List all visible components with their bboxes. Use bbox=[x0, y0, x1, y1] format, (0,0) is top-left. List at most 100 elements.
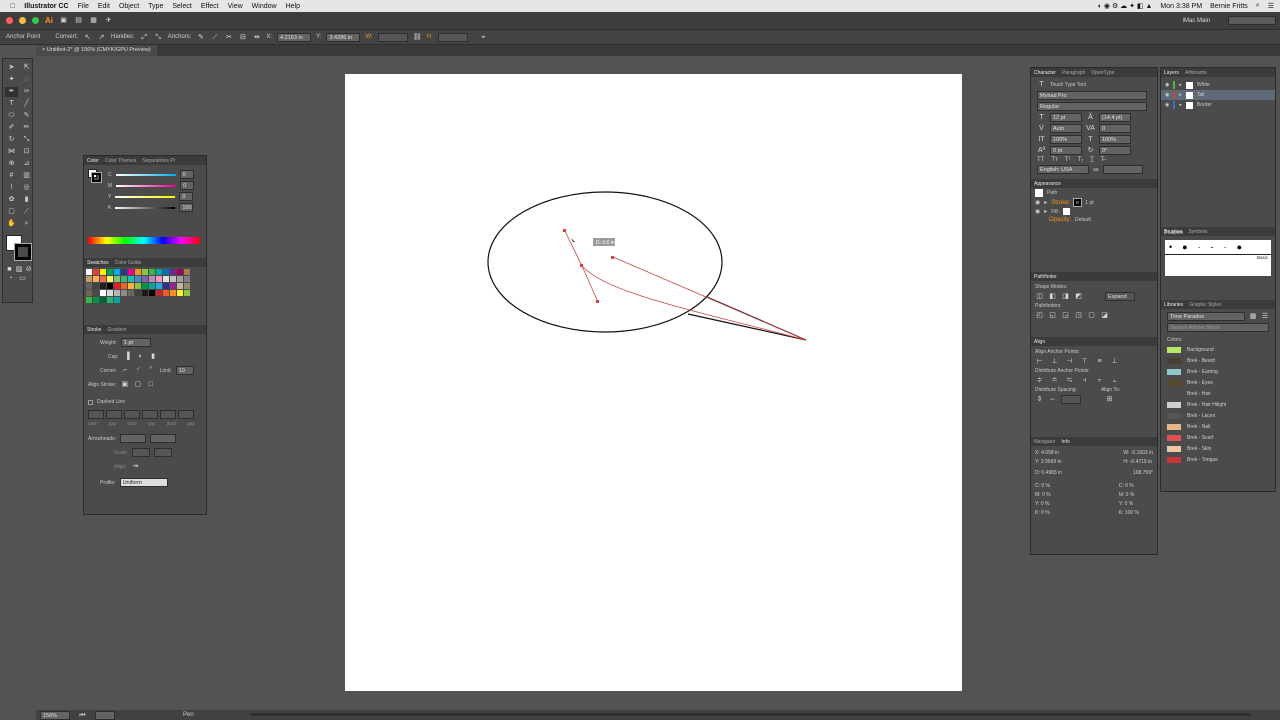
y-input[interactable]: 0 bbox=[179, 192, 194, 201]
touch-type-icon[interactable]: T bbox=[1037, 80, 1046, 89]
color-swatch[interactable] bbox=[177, 290, 183, 296]
visibility-eye-icon[interactable]: ◉ bbox=[1165, 82, 1169, 88]
tab-color-guide[interactable]: Color Guide bbox=[115, 260, 142, 266]
limit-input[interactable]: 10 bbox=[175, 366, 194, 375]
language-select[interactable]: English: USA bbox=[1037, 165, 1089, 174]
color-swatch[interactable] bbox=[177, 283, 183, 289]
opacity-attribute-label[interactable]: Opacity: bbox=[1035, 217, 1071, 223]
color-swatch[interactable] bbox=[170, 269, 176, 275]
w-input[interactable] bbox=[377, 32, 408, 42]
tab-separations[interactable]: Separations Pr bbox=[142, 158, 175, 164]
library-color-item[interactable]: Brek - Earring bbox=[1163, 366, 1273, 377]
gradient-tool-icon[interactable]: ▥ bbox=[20, 171, 33, 181]
exclude-icon[interactable]: ◩ bbox=[1074, 292, 1083, 301]
pencil-tool-icon[interactable]: ✏ bbox=[20, 123, 33, 133]
arrange-documents-icon[interactable]: ▦ bbox=[89, 16, 98, 25]
visibility-eye-icon[interactable]: ◉ bbox=[1035, 199, 1040, 206]
vertical-scale-input[interactable]: 100% bbox=[1050, 135, 1082, 144]
color-swatch[interactable] bbox=[107, 276, 113, 282]
shape-builder-tool-icon[interactable]: ⊕ bbox=[5, 159, 18, 169]
color-swatch[interactable] bbox=[100, 297, 106, 303]
spacing-input[interactable] bbox=[1061, 395, 1081, 404]
color-swatch[interactable] bbox=[128, 283, 134, 289]
eyedropper-tool-icon[interactable]: ⌇ bbox=[5, 183, 18, 193]
stock-icon[interactable]: ▤ bbox=[74, 16, 83, 25]
speech-bubble-tail[interactable] bbox=[687, 296, 807, 341]
color-swatch[interactable] bbox=[100, 290, 106, 296]
expand-arrow-icon[interactable]: ▸ bbox=[1179, 102, 1182, 108]
dist-hcenter-icon[interactable]: ⫟ bbox=[1095, 376, 1104, 385]
leading-input[interactable]: (14.4 pt) bbox=[1099, 113, 1131, 122]
stroke-weight-value[interactable]: 1 pt bbox=[1085, 200, 1093, 206]
remove-anchor-icon[interactable]: ✎ bbox=[196, 33, 205, 42]
tab-artboards[interactable]: Artboards bbox=[1185, 70, 1207, 76]
align-bottom-icon[interactable]: ⊥ bbox=[1110, 357, 1119, 366]
color-swatch[interactable] bbox=[135, 276, 141, 282]
color-swatch[interactable] bbox=[93, 269, 99, 275]
library-color-item[interactable]: Brek - Tongue bbox=[1163, 454, 1273, 465]
c-input[interactable]: 0 bbox=[179, 170, 194, 179]
zoom-tool-icon[interactable]: ⌕ bbox=[20, 219, 33, 229]
zoom-window-button[interactable] bbox=[32, 17, 39, 24]
adobe-stock-search[interactable]: Search Adobe Stock bbox=[1167, 323, 1269, 332]
tab-libraries[interactable]: Libraries bbox=[1164, 302, 1183, 308]
menu-select[interactable]: Select bbox=[172, 3, 191, 10]
menu-object[interactable]: Object bbox=[119, 3, 139, 10]
library-color-item[interactable]: Brek - Hair bbox=[1163, 388, 1273, 399]
width-tool-icon[interactable]: ⋈ bbox=[5, 147, 18, 157]
color-swatch[interactable] bbox=[163, 283, 169, 289]
y-input[interactable]: 3.4286 in bbox=[326, 32, 361, 42]
close-window-button[interactable] bbox=[6, 17, 13, 24]
y-slider[interactable] bbox=[115, 195, 176, 198]
convert-smooth-icon[interactable]: ↗ bbox=[97, 33, 106, 42]
zoom-select[interactable]: 156% bbox=[40, 710, 70, 720]
intersect-icon[interactable]: ◨ bbox=[1061, 292, 1070, 301]
color-swatch[interactable] bbox=[170, 290, 176, 296]
tab-navigator[interactable]: Navigator bbox=[1034, 439, 1055, 445]
color-swatch[interactable] bbox=[142, 269, 148, 275]
pathfinder-title[interactable]: Pathfinder bbox=[1034, 274, 1057, 280]
column-graph-tool-icon[interactable]: ▮ bbox=[20, 195, 33, 205]
artboard-tool-icon[interactable]: ▢ bbox=[5, 207, 18, 217]
transform-icon[interactable]: ⌖ bbox=[479, 33, 488, 42]
color-swatch[interactable] bbox=[135, 283, 141, 289]
char-rotation-input[interactable]: 0° bbox=[1099, 146, 1131, 155]
none-mode-icon[interactable]: ⊘ bbox=[25, 265, 32, 274]
font-family-select[interactable]: Myriad Pro bbox=[1037, 91, 1147, 100]
color-swatch[interactable] bbox=[128, 290, 134, 296]
symbol-sprayer-tool-icon[interactable]: ✿ bbox=[5, 195, 18, 205]
dist-vcenter-icon[interactable]: ≐ bbox=[1050, 376, 1059, 385]
mesh-tool-icon[interactable]: # bbox=[5, 171, 18, 181]
bevel-join-icon[interactable]: ⌜ bbox=[147, 366, 156, 375]
brush-strokes[interactable]: Basic bbox=[1165, 254, 1271, 276]
paintbrush-tool-icon[interactable]: ✎ bbox=[20, 111, 33, 121]
ellipse-tool-icon[interactable]: ⬭ bbox=[5, 111, 18, 121]
library-color-item[interactable]: Brek - Eyes bbox=[1163, 377, 1273, 388]
color-swatch[interactable] bbox=[114, 297, 120, 303]
color-swatch[interactable] bbox=[114, 290, 120, 296]
library-select[interactable]: Time Paradox bbox=[1167, 312, 1246, 321]
minimize-window-button[interactable] bbox=[19, 17, 26, 24]
perspective-tool-icon[interactable]: ⊿ bbox=[20, 159, 33, 169]
visibility-eye-icon[interactable]: ◉ bbox=[1165, 92, 1169, 98]
opacity-value[interactable]: Default bbox=[1075, 217, 1091, 223]
align-left-icon[interactable]: ⊢ bbox=[1035, 357, 1044, 366]
layer-row[interactable]: ◉ ▸ White bbox=[1161, 80, 1275, 90]
tab-opentype[interactable]: OpenType bbox=[1091, 70, 1114, 76]
first-artboard-icon[interactable]: ⏮ bbox=[78, 711, 87, 720]
color-stroke-swatch[interactable] bbox=[91, 172, 102, 183]
dist-left-icon[interactable]: ⫞ bbox=[1080, 376, 1089, 385]
list-icon[interactable]: ☰ bbox=[1268, 2, 1274, 10]
tab-paragraph[interactable]: Paragraph bbox=[1062, 70, 1085, 76]
tab-graphic-styles[interactable]: Graphic Styles bbox=[1189, 302, 1222, 308]
space-horizontal-icon[interactable]: ⇔ bbox=[1048, 395, 1057, 404]
expand-arrow-icon[interactable]: ▸ bbox=[1179, 92, 1182, 98]
crop-icon[interactable]: ◳ bbox=[1074, 311, 1083, 320]
color-swatch[interactable] bbox=[170, 276, 176, 282]
space-vertical-icon[interactable]: ⇕ bbox=[1035, 395, 1044, 404]
color-swatch[interactable] bbox=[114, 283, 120, 289]
outline-icon[interactable]: ▢ bbox=[1087, 311, 1096, 320]
color-swatch[interactable] bbox=[86, 283, 92, 289]
dash-input[interactable] bbox=[160, 410, 176, 419]
brush-dot-icon[interactable]: • bbox=[1169, 242, 1172, 252]
